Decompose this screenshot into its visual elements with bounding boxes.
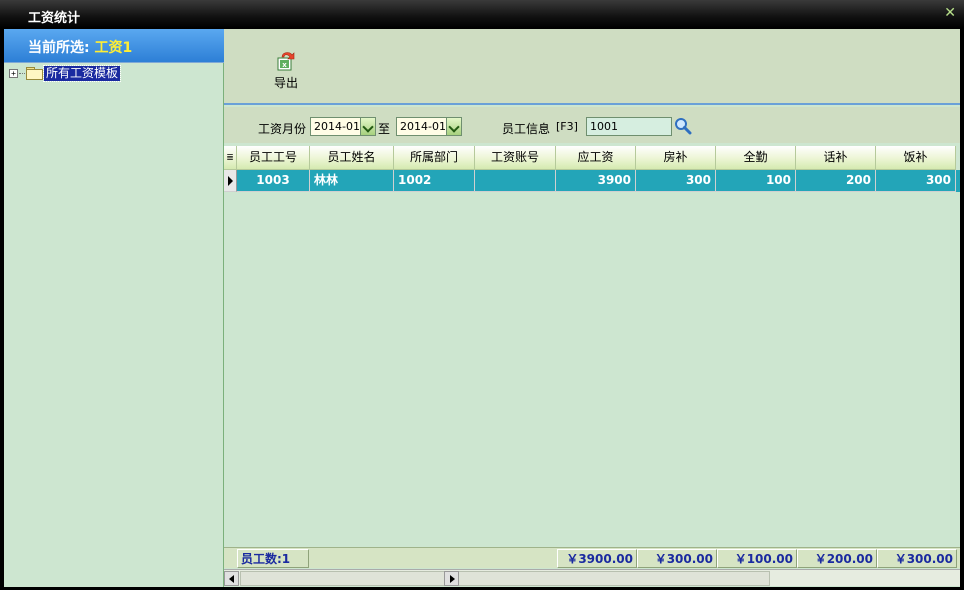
svg-text:x: x [282, 61, 287, 69]
current-selection-value: 工资1 [94, 40, 133, 56]
table-cell[interactable]: 1002 [394, 170, 475, 192]
column-header[interactable]: 所属部门 [394, 146, 475, 170]
salary-grid: ≣ 员工工号 员工姓名 所属部门 工资账号 应工资 房补 全勤 话补 饭补 10… [224, 146, 960, 546]
column-header[interactable]: 工资账号 [475, 146, 556, 170]
housing-total: ￥300.00 [637, 549, 717, 568]
filter-bar: 工资月份 2014-01 至 2014-01 员工信息 [F3] [224, 107, 960, 143]
scroll-right-icon[interactable] [444, 571, 459, 586]
current-selection-label: 当前所选: [28, 40, 90, 56]
tree-connector [19, 72, 25, 74]
salary-stats-window: 工资统计 ✕ 当前所选: 工资1 + 所有工资模板 x 导出 工资月份 2014… [0, 0, 964, 590]
template-tree-panel: 当前所选: 工资1 + 所有工资模板 [4, 29, 224, 587]
table-cell[interactable] [475, 170, 556, 192]
folder-icon [26, 67, 43, 80]
chevron-down-icon[interactable] [446, 118, 461, 135]
scrollbar-thumb[interactable] [240, 571, 770, 586]
column-header[interactable]: 房补 [636, 146, 716, 170]
column-header[interactable]: 全勤 [716, 146, 796, 170]
grid-header: ≣ 员工工号 员工姓名 所属部门 工资账号 应工资 房补 全勤 话补 饭补 [224, 146, 960, 170]
row-pointer-icon [224, 170, 237, 192]
window-title: 工资统计 [28, 11, 81, 26]
footer-spacer [309, 549, 557, 568]
table-cell[interactable]: 林林 [310, 170, 394, 192]
column-header[interactable]: 应工资 [556, 146, 636, 170]
column-header[interactable]: 话补 [796, 146, 876, 170]
salary-month-label: 工资月份 [258, 122, 307, 136]
phone-total: ￥200.00 [797, 549, 877, 568]
month-to-select[interactable]: 2014-01 [396, 117, 462, 136]
export-button-label: 导出 [273, 76, 298, 90]
scroll-left-icon[interactable] [224, 571, 239, 586]
month-from-value: 2014-01 [314, 120, 360, 133]
horizontal-scrollbar[interactable] [224, 569, 960, 586]
table-row[interactable]: 1003 林林 1002 3900 300 100 200 300 [224, 170, 960, 192]
grid-summary-footer: 员工数:1 ￥3900.00 ￥300.00 ￥100.00 ￥200.00 ￥… [224, 547, 960, 568]
table-cell[interactable]: 3900 [556, 170, 636, 192]
chevron-down-icon[interactable] [360, 118, 375, 135]
current-selection-header: 当前所选: 工资1 [4, 29, 224, 63]
table-cell[interactable]: 200 [796, 170, 876, 192]
search-icon[interactable] [674, 117, 692, 135]
column-header[interactable]: 员工姓名 [310, 146, 394, 170]
tree-expand-icon[interactable]: + [9, 68, 18, 78]
close-icon[interactable]: ✕ [944, 5, 956, 21]
title-bar: 工资统计 ✕ [0, 0, 964, 28]
to-label: 至 [378, 122, 391, 136]
tree-node-all-templates[interactable]: + 所有工资模板 [9, 64, 122, 82]
hotkey-hint: [F3] [556, 120, 578, 133]
table-cell[interactable]: 1003 [237, 170, 310, 192]
footer-spacer [224, 549, 237, 568]
meal-total: ￥300.00 [877, 549, 957, 568]
gross-total: ￥3900.00 [557, 549, 637, 568]
table-cell[interactable]: 300 [636, 170, 716, 192]
table-cell[interactable]: 300 [876, 170, 956, 192]
month-to-value: 2014-01 [400, 120, 446, 133]
row-indicator-header: ≣ [224, 146, 237, 170]
employee-search-input[interactable] [586, 117, 672, 136]
employee-count: 员工数:1 [237, 549, 309, 568]
column-header[interactable]: 饭补 [876, 146, 956, 170]
table-cell[interactable]: 100 [716, 170, 796, 192]
window-client: 当前所选: 工资1 + 所有工资模板 x 导出 工资月份 2014-01 至 2… [4, 29, 960, 587]
employee-info-label: 员工信息 [502, 122, 551, 136]
tree-node-label[interactable]: 所有工资模板 [42, 64, 122, 82]
salary-report-panel: x 导出 工资月份 2014-01 至 2014-01 员工信息 [F3] 10… [224, 29, 960, 587]
attendance-total: ￥100.00 [717, 549, 797, 568]
export-excel-icon: x [276, 49, 296, 71]
column-header[interactable]: 员工工号 [237, 146, 310, 170]
month-from-select[interactable]: 2014-01 [310, 117, 376, 136]
export-button[interactable]: x 导出 [268, 49, 304, 95]
toolbar: x 导出 [224, 29, 960, 105]
